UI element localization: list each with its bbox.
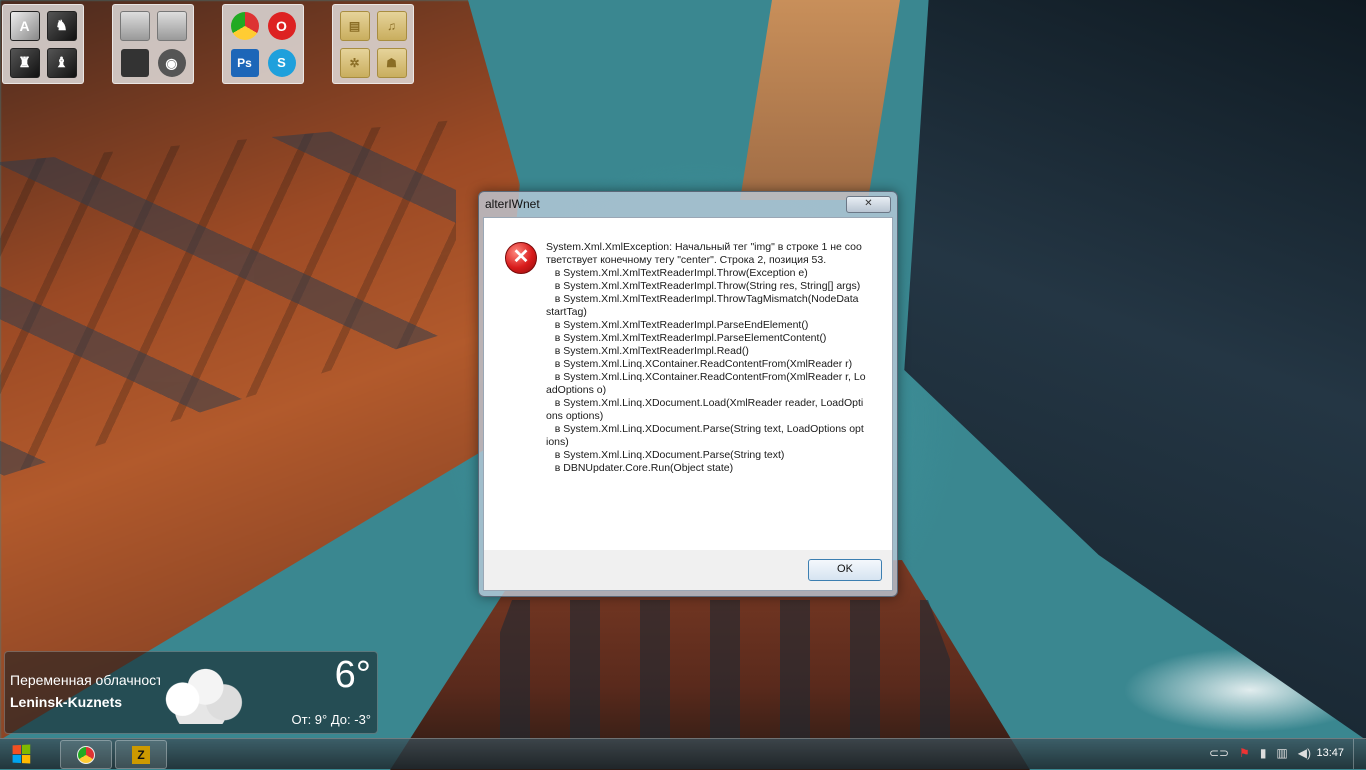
start-button[interactable] — [3, 741, 39, 767]
floppy-icon[interactable] — [120, 49, 149, 77]
game-icon-2[interactable]: ♞ — [46, 10, 77, 41]
assassins-creed-icon[interactable]: A — [9, 10, 40, 41]
wallpaper-windows-bottom — [460, 600, 980, 740]
game-icon-3[interactable]: ♜ — [9, 47, 40, 78]
game-icon-4[interactable]: ♝ — [46, 47, 77, 78]
weather-range: От: 9° До: -3° — [291, 712, 372, 727]
taskbar: Z ⊂⊃ ⚑ ▮ ▥ ◀) 13:47 — [0, 738, 1366, 769]
network-icon[interactable]: ▥ — [1276, 746, 1287, 760]
documents-folder-icon[interactable]: ▤ — [339, 10, 370, 41]
disc-drive-icon[interactable]: ◉ — [157, 49, 186, 77]
error-icon: ✕ — [505, 242, 537, 274]
dialog-body: ✕ System.Xml.XmlException: Начальный тег… — [483, 217, 893, 552]
game-icon: Z — [132, 745, 150, 764]
user-folder-icon[interactable]: ☗ — [376, 47, 407, 78]
drive-icon-2[interactable] — [156, 11, 187, 41]
dialog-footer: OK — [483, 550, 893, 591]
opera-icon[interactable]: O — [267, 11, 296, 40]
volume-icon[interactable]: ◀) — [1298, 746, 1311, 760]
power-icon[interactable]: ▮ — [1260, 746, 1267, 760]
wallpaper-building-strip — [740, 0, 900, 200]
action-center-flag-icon[interactable]: ⚑ — [1239, 746, 1250, 760]
weather-gadget[interactable]: Переменная облачность Leninsk-Kuznets 6°… — [4, 651, 378, 734]
chrome-icon[interactable] — [230, 11, 259, 40]
error-dialog: alterIWnet ✕ ✕ System.Xml.XmlException: … — [478, 191, 898, 597]
fence-system: ◉ — [112, 4, 194, 84]
clock[interactable]: 13:47 — [1316, 747, 1344, 759]
dialog-title: alterIWnet — [485, 197, 540, 211]
music-folder-icon[interactable]: ♫ — [376, 10, 407, 41]
chrome-icon — [77, 745, 95, 764]
wallpaper-building-right — [904, 0, 1366, 740]
drive-icon-1[interactable] — [119, 11, 150, 41]
toggle-icon[interactable]: ⊂⊃ — [1209, 746, 1229, 760]
settings-folder-icon[interactable]: ✲ — [339, 47, 370, 78]
ok-button[interactable]: OK — [808, 559, 882, 581]
fence-apps: O Ps S — [222, 4, 304, 84]
weather-condition: Переменная облачность — [10, 672, 160, 688]
cloud-icon — [155, 662, 247, 724]
windows-logo-icon — [12, 744, 31, 764]
fence-games: A ♞ ♜ ♝ — [2, 4, 84, 84]
system-tray: ⊂⊃ ⚑ ▮ ▥ ◀) — [1209, 746, 1311, 760]
taskbar-game[interactable]: Z — [115, 740, 167, 769]
taskbar-chrome[interactable] — [60, 740, 112, 769]
photoshop-icon[interactable]: Ps — [230, 48, 259, 77]
show-desktop-button[interactable] — [1353, 739, 1366, 769]
weather-temperature: 6° — [334, 654, 371, 696]
skype-icon[interactable]: S — [267, 48, 296, 77]
error-message: System.Xml.XmlException: Начальный тег "… — [546, 241, 866, 474]
weather-city: Leninsk-Kuznets — [10, 694, 123, 710]
close-button[interactable]: ✕ — [846, 196, 891, 213]
fence-folders: ▤ ♫ ✲ ☗ — [332, 4, 414, 84]
